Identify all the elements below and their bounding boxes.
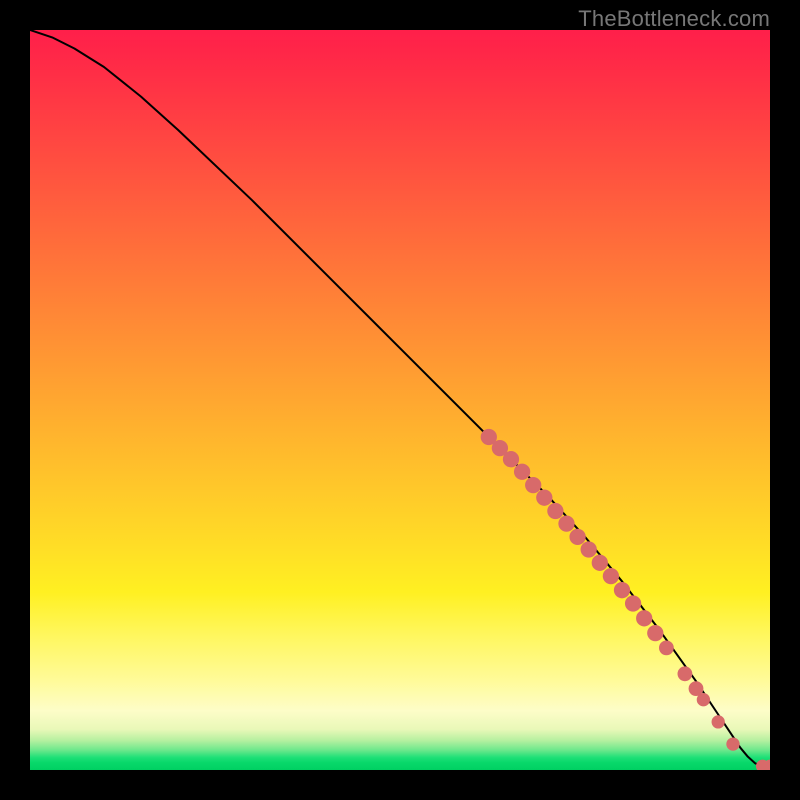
data-marker (592, 555, 608, 571)
data-marker (678, 666, 693, 681)
data-marker (712, 715, 725, 728)
data-marker (525, 477, 541, 493)
data-marker (503, 451, 519, 467)
data-marker (726, 737, 739, 750)
data-marker (536, 490, 552, 506)
data-marker (558, 515, 574, 531)
data-marker (625, 595, 641, 611)
data-marker (603, 568, 619, 584)
attribution-label: TheBottleneck.com (578, 6, 770, 32)
plot-area (30, 30, 770, 770)
data-marker (659, 641, 674, 656)
data-marker (647, 625, 663, 641)
curve-line (30, 30, 770, 767)
data-marker (614, 582, 630, 598)
data-marker (514, 464, 530, 480)
chart-overlay (30, 30, 770, 770)
data-marker (581, 541, 597, 557)
data-marker (547, 503, 563, 519)
data-marker (636, 610, 652, 626)
marker-group (481, 429, 770, 770)
data-marker (569, 529, 585, 545)
data-marker (697, 693, 710, 706)
chart-stage: TheBottleneck.com (0, 0, 800, 800)
